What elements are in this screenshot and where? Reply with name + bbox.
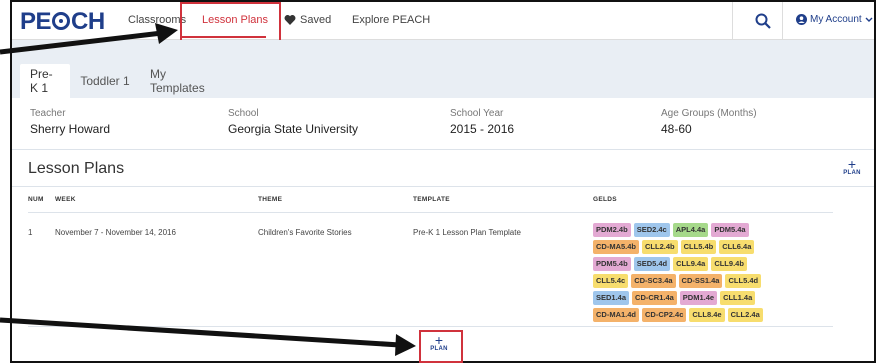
annotation-arrows xyxy=(0,23,416,356)
arrowhead xyxy=(395,334,416,356)
arrowhead xyxy=(155,23,178,44)
arrow-line xyxy=(0,317,401,348)
arrow-line xyxy=(0,30,163,55)
